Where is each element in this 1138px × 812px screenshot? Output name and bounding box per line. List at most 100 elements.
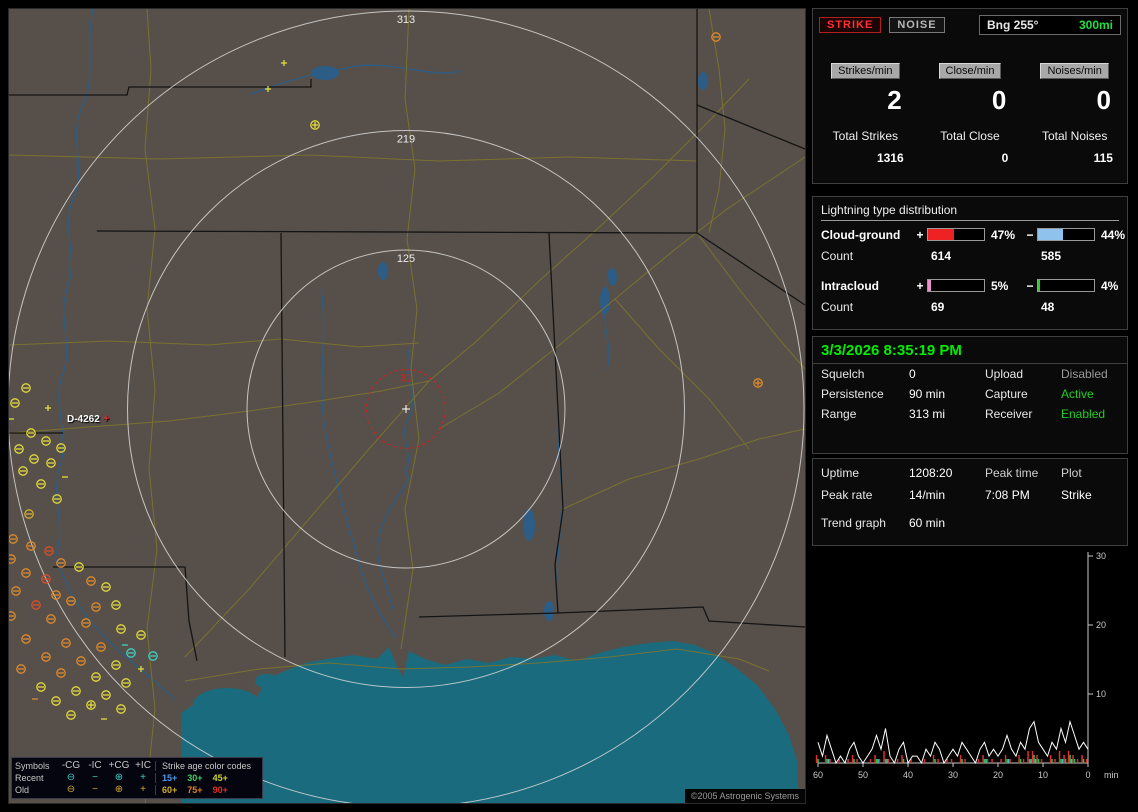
upload-label: Upload: [985, 367, 1024, 381]
ic-neg-old-icon: −: [92, 784, 98, 795]
noises-per-min-box[interactable]: Noises/min: [1040, 63, 1109, 79]
total-noises-label: Total Noises: [1041, 129, 1108, 143]
receiver-center-marker: [402, 405, 410, 413]
distribution-header: Lightning type distribution: [821, 203, 1119, 221]
ic-pos-count: 69: [931, 300, 945, 314]
distribution-section: Lightning type distribution Cloud-ground…: [812, 196, 1128, 330]
trend-graph: 10 20 30 60 50 40 30 20 10 0 min: [812, 548, 1130, 804]
legend-header-cg-neg: -CG: [61, 760, 81, 771]
datetime-display: 3/3/2026 8:35:19 PM: [813, 337, 1127, 364]
squelch-value: 0: [909, 367, 916, 381]
legend-header-ic-neg: -IC: [88, 760, 102, 771]
persistence-label: Persistence: [821, 387, 884, 401]
peak-time-value: 7:08 PM: [985, 488, 1030, 502]
svg-text:60: 60: [813, 770, 823, 780]
range-value: 313 mi: [909, 407, 946, 421]
cloud-ground-label: Cloud-ground: [821, 227, 901, 242]
intracloud-label: Intracloud: [821, 278, 880, 293]
ic-pos-percent: 5%: [991, 278, 1009, 293]
cg-neg-old-icon: ⊖: [66, 784, 76, 795]
cg-pos-bar: [927, 228, 985, 241]
legend-header-symbols: Symbols: [15, 761, 50, 771]
rates-section: STRIKE NOISE Bng 255° 300mi Strikes/min …: [812, 8, 1128, 184]
receiver-label: Receiver: [985, 407, 1033, 421]
squelch-label: Squelch: [821, 367, 865, 381]
age-code-45: 45+: [212, 773, 228, 783]
age-code-60: 60+: [162, 785, 178, 795]
svg-text:30: 30: [1096, 551, 1106, 561]
storm-tracker-text: D-4262: [67, 413, 100, 425]
close-per-min-value: 0: [991, 85, 1007, 115]
ic-neg-percent: 4%: [1101, 278, 1119, 293]
svg-text:10: 10: [1038, 770, 1048, 780]
svg-text:30: 30: [948, 770, 958, 780]
strikes-per-min-value: 2: [887, 85, 902, 115]
svg-text:50: 50: [858, 770, 868, 780]
total-strikes-label: Total Strikes: [832, 129, 898, 143]
svg-text:31: 31: [400, 373, 412, 385]
uptime-value: 1208:20: [909, 466, 953, 480]
svg-text:min: min: [1104, 770, 1119, 780]
upload-status: Disabled: [1061, 367, 1108, 381]
legend-header-cg-pos: +CG: [108, 760, 130, 771]
ic-pos-old-icon: +: [140, 784, 146, 795]
legend-row-recent-label: Recent: [15, 773, 44, 783]
age-code-90: 90+: [212, 785, 228, 795]
svg-text:40: 40: [903, 770, 913, 780]
peak-rate-label: Peak rate: [821, 488, 873, 502]
plus-sign: +: [916, 278, 924, 293]
legend-age-header: Strike age color codes: [155, 761, 259, 771]
age-code-15: 15+: [162, 773, 178, 783]
ic-neg-bar: [1037, 279, 1095, 292]
age-code-30: 30+: [187, 773, 203, 783]
ic-neg-recent-icon: −: [92, 772, 98, 783]
cg-pos-percent: 47%: [991, 227, 1016, 242]
noise-indicator[interactable]: NOISE: [889, 17, 945, 33]
cg-pos-recent-icon: ⊕: [114, 772, 124, 783]
bearing-readout: Bng 255° 300mi: [979, 15, 1121, 35]
noises-per-min-value: 0: [1096, 85, 1111, 115]
capture-status: Active: [1061, 387, 1094, 401]
rivers: [54, 9, 610, 700]
strikes-per-min-box[interactable]: Strikes/min: [831, 63, 900, 79]
age-code-75: 75+: [187, 785, 203, 795]
minus-sign: −: [1026, 278, 1034, 293]
legend-header-ic-pos: +IC: [135, 760, 151, 771]
trend-graph-label: Trend graph: [821, 516, 886, 530]
cg-neg-recent-icon: ⊖: [66, 772, 76, 783]
minus-sign: −: [1026, 227, 1034, 242]
ic-pos-recent-icon: +: [140, 772, 146, 783]
state-borders: [9, 9, 805, 662]
svg-text:219: 219: [397, 134, 415, 146]
peak-rate-value: 14/min: [909, 488, 946, 502]
cg-neg-percent: 44%: [1101, 227, 1126, 242]
capture-label: Capture: [985, 387, 1028, 401]
svg-text:20: 20: [993, 770, 1003, 780]
map-canvas[interactable]: 313 219 125 31 D-4262 + Symbols -CG -IC +CG…: [8, 8, 806, 804]
persistence-value: 90 min: [909, 387, 946, 401]
cg-pos-count: 614: [931, 249, 952, 263]
cg-neg-bar: [1037, 228, 1095, 241]
total-noises-value: 115: [1093, 151, 1113, 165]
lakes: [193, 66, 708, 722]
bearing-range-value: 300mi: [1078, 18, 1113, 32]
svg-text:10: 10: [1096, 689, 1106, 699]
svg-text:313: 313: [397, 14, 415, 26]
side-panel: STRIKE NOISE Bng 255° 300mi Strikes/min …: [812, 8, 1130, 804]
cg-count-label: Count: [821, 249, 854, 263]
legend-row-old-label: Old: [15, 785, 30, 795]
plot-label: Plot: [1061, 466, 1082, 480]
receiver-status: Enabled: [1061, 407, 1106, 421]
range-label: Range: [821, 407, 857, 421]
stats-section: Uptime 1208:20 Peak time Plot Peak rate …: [812, 458, 1128, 546]
peak-time-label: Peak time: [985, 466, 1039, 480]
close-per-min-box[interactable]: Close/min: [938, 63, 1002, 79]
ic-pos-bar: [927, 279, 985, 292]
lightning-strikes: [9, 32, 763, 720]
total-close-value: 0: [1001, 151, 1009, 165]
storm-tracker-label: D-4262 +: [67, 413, 109, 425]
svg-text:125: 125: [397, 253, 415, 265]
total-close-label: Total Close: [940, 129, 1000, 143]
strike-indicator[interactable]: STRIKE: [819, 17, 882, 33]
storm-cell-icon: +: [102, 413, 110, 425]
